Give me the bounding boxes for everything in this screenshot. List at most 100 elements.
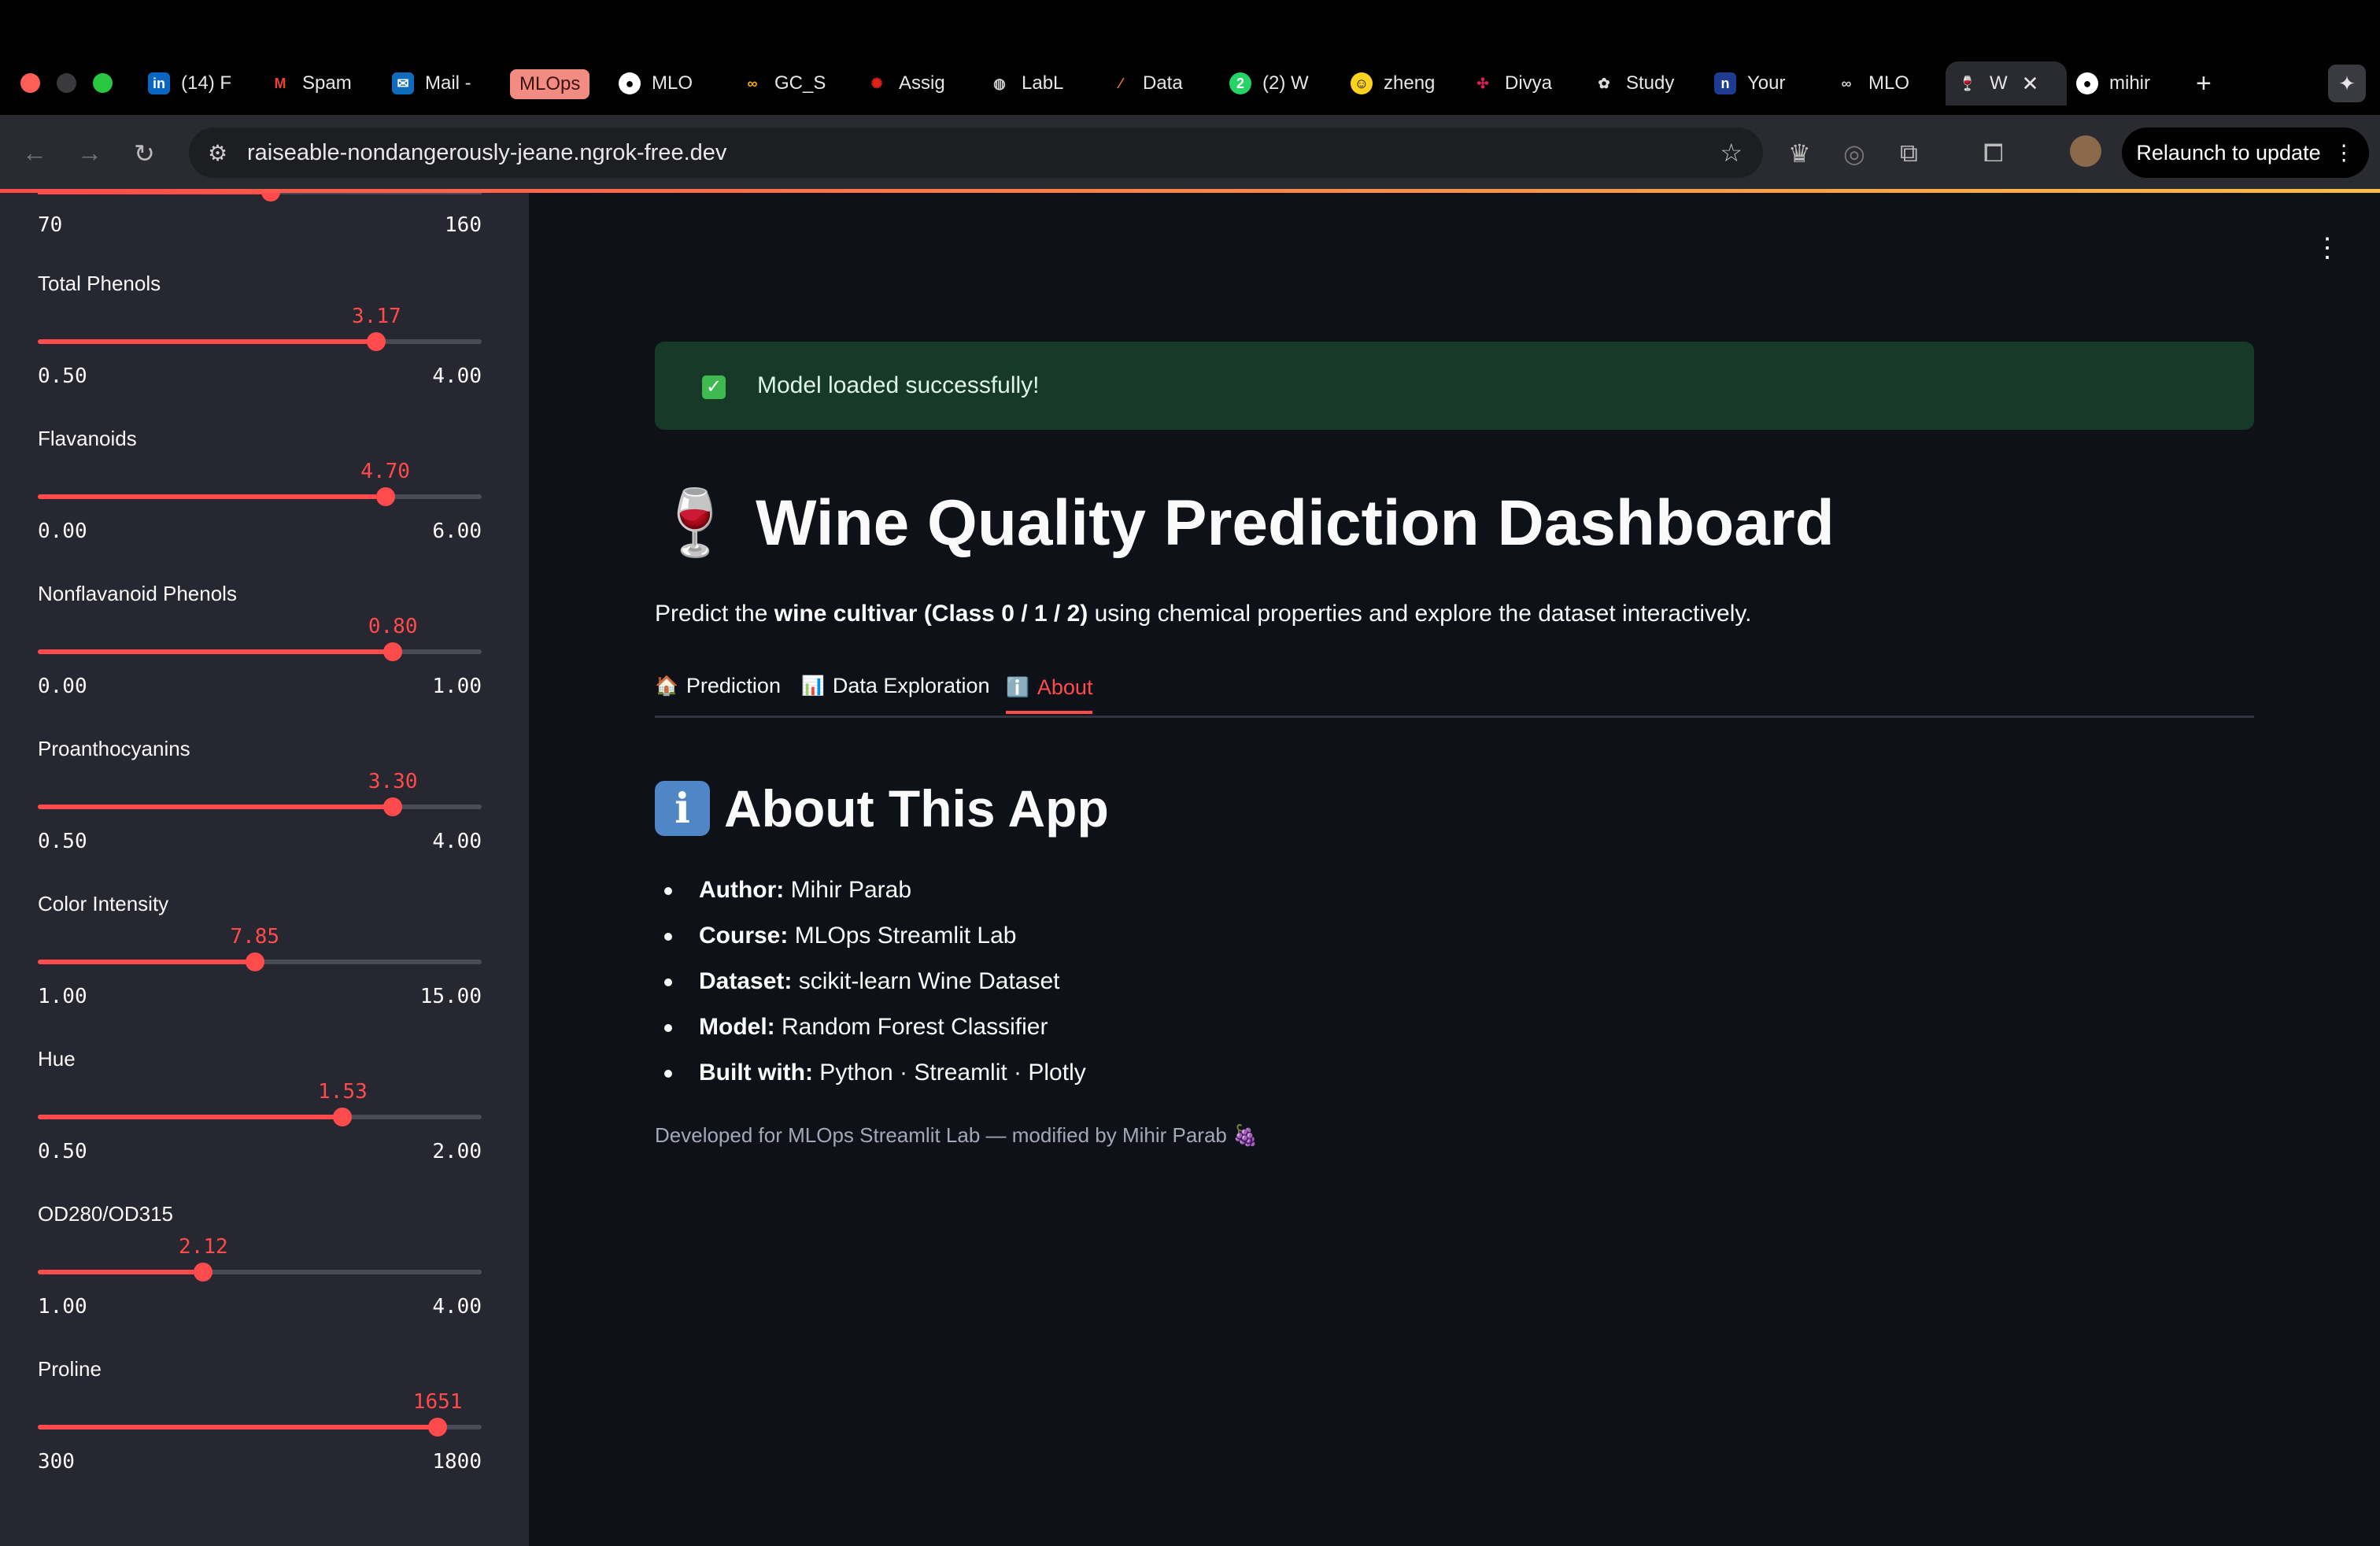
slider-min-label: 0.50	[38, 830, 87, 853]
browser-tab[interactable]: ● mihir	[2076, 61, 2150, 105]
browser-tab[interactable]: ☺ zheng	[1351, 61, 1435, 105]
back-arrow-icon[interactable]: ←	[22, 139, 47, 168]
canvas-icon: ✺	[870, 75, 883, 91]
slider-max-label: 1800	[432, 1450, 482, 1474]
relaunch-to-update-button[interactable]: Relaunch to update ⋮	[2122, 128, 2369, 178]
slider-track[interactable]	[38, 952, 482, 971]
slider-label: Flavanoids	[38, 427, 137, 450]
github-icon: ●	[619, 72, 641, 94]
browser-tab[interactable]: ✺ Assig	[866, 61, 944, 105]
tab-group-label[interactable]: MLOps	[510, 69, 590, 99]
browser-tab[interactable]: n Your	[1714, 61, 1786, 105]
slider-thumb[interactable]	[261, 193, 280, 202]
globe-icon: ◍	[993, 75, 1006, 91]
extension-icon[interactable]: ♛	[1788, 139, 1811, 168]
slider-label: Hue	[38, 1047, 76, 1071]
check-icon: ✓	[702, 375, 726, 399]
slider-nonflavanoid-phenols[interactable]: Nonflavanoid Phenols 0.80 0.00 1.00	[38, 582, 482, 700]
address-bar[interactable]: ⚙ raiseable-nondangerously-jeane.ngrok-f…	[189, 128, 1763, 178]
slider-thumb[interactable]	[383, 642, 403, 661]
tab-about[interactable]: ℹ️ About	[1006, 664, 1093, 714]
sync-icon[interactable]: ◎	[1843, 139, 1865, 168]
colab-icon: ∞	[1841, 75, 1852, 91]
tab-prediction[interactable]: 🏠 Prediction	[655, 664, 781, 708]
screen-search-icon[interactable]: ⧠	[1983, 139, 2004, 168]
more-vert-icon: ⋮	[2333, 140, 2355, 165]
slider-value: 1651	[412, 1390, 463, 1414]
new-tab-button[interactable]: +	[2196, 61, 2212, 105]
browser-tab[interactable]: ● MLO	[619, 61, 693, 105]
slider-value: 3.30	[368, 770, 418, 793]
main-menu-icon[interactable]: ⋮	[2314, 232, 2341, 264]
extensions-puzzle-icon[interactable]: ⧉	[1900, 139, 1918, 168]
browser-tab-strip: in (14) F M Spam ✉ Mail - MLOps ● MLO ∞ GC_S …	[0, 0, 2380, 115]
list-item: Built with: Python · Streamlit · Plotly	[655, 1057, 1086, 1103]
forward-arrow-icon[interactable]: →	[77, 139, 102, 168]
browser-tab[interactable]: in (14) F	[148, 61, 231, 105]
slider-thumb[interactable]	[194, 1263, 213, 1282]
close-window-button[interactable]	[20, 73, 40, 93]
slider-track[interactable]	[38, 1108, 482, 1126]
slider-fill	[38, 339, 377, 344]
list-item: Model: Random Forest Classifier	[655, 1012, 1086, 1057]
tab-list: 🏠 Prediction 📊 Data Exploration ℹ️ About	[655, 664, 2254, 718]
slider-thumb[interactable]	[367, 332, 386, 351]
linkedin-icon: in	[148, 72, 170, 94]
slider-min-label: 0.00	[38, 675, 87, 698]
slider-track[interactable]	[38, 1418, 482, 1437]
browser-tab[interactable]: ✉ Mail -	[392, 61, 471, 105]
slider-max-label: 4.00	[432, 830, 482, 853]
reload-icon[interactable]: ↻	[134, 139, 155, 168]
slider-max-label: 6.00	[432, 520, 482, 543]
minimize-window-button[interactable]	[57, 73, 76, 93]
house-icon: 🏠	[655, 675, 678, 697]
slider-od280-od315[interactable]: OD280/OD315 2.12 1.00 4.00	[38, 1202, 482, 1320]
slider-thumb[interactable]	[375, 487, 395, 506]
profile-avatar[interactable]	[2070, 135, 2101, 167]
browser-tab[interactable]: ✿ Study	[1593, 61, 1674, 105]
slider-track[interactable]	[38, 642, 482, 661]
slider-track[interactable]	[38, 1263, 482, 1282]
browser-tab[interactable]: ✣ Divya	[1472, 61, 1552, 105]
browser-tab[interactable]: M Spam	[269, 61, 352, 105]
slider-thumb[interactable]	[428, 1418, 448, 1437]
gmail-icon: M	[274, 75, 286, 91]
browser-tab[interactable]: ∞ MLO	[1835, 61, 1909, 105]
slider-track[interactable]	[38, 332, 482, 351]
site-settings-icon[interactable]: ⚙	[208, 140, 227, 166]
slider-color-intensity[interactable]: Color Intensity 7.85 1.00 15.00	[38, 892, 482, 1010]
slider-max-label: 15.00	[419, 985, 482, 1008]
browser-tab[interactable]: ⁄ Data	[1110, 61, 1182, 105]
slider-track[interactable]	[38, 797, 482, 816]
slider-proanthocyanins[interactable]: Proanthocyanins 3.30 0.50 4.00	[38, 737, 482, 855]
slider-max-label: 2.00	[432, 1140, 482, 1163]
info-icon: ℹ️	[1006, 676, 1029, 698]
slider-proline[interactable]: Proline 1651 300 1800	[38, 1357, 482, 1475]
github-icon: ●	[2076, 72, 2098, 94]
maximize-window-button[interactable]	[93, 73, 113, 93]
slider-value: 1.53	[318, 1080, 368, 1104]
slider-thumb[interactable]	[245, 952, 264, 971]
slider-label: OD280/OD315	[38, 1202, 173, 1226]
browser-tab[interactable]: 2 (2) W	[1229, 61, 1309, 105]
slider-track[interactable]	[38, 487, 482, 506]
browser-tab-active[interactable]: 🍷 W ✕	[1946, 61, 2067, 105]
bookmark-star-icon[interactable]: ☆	[1720, 138, 1743, 168]
page-title-text: Wine Quality Prediction Dashboard	[756, 487, 1835, 559]
slider-thumb[interactable]	[333, 1108, 353, 1126]
browser-tab[interactable]: ∞ GC_S	[741, 61, 826, 105]
gemini-icon[interactable]: ✦	[2328, 65, 2366, 102]
wine-glass-icon: 🍷	[655, 487, 736, 559]
notion-icon: n	[1714, 72, 1736, 94]
close-tab-icon[interactable]: ✕	[2022, 72, 2039, 96]
slider-flavanoids[interactable]: Flavanoids 4.70 0.00 6.00	[38, 427, 482, 545]
openai-icon: ✿	[1598, 75, 1610, 91]
slider-total-phenols[interactable]: Total Phenols 3.17 0.50 4.00	[38, 272, 482, 390]
slider-max-label: 4.00	[432, 364, 482, 388]
tab-data-exploration[interactable]: 📊 Data Exploration	[801, 664, 990, 708]
browser-tab[interactable]: ◍ LabL	[989, 61, 1063, 105]
slider-thumb[interactable]	[383, 797, 403, 816]
colab-icon: ∞	[747, 75, 758, 91]
footer-caption: Developed for MLOps Streamlit Lab — modi…	[655, 1123, 1258, 1147]
slider-hue[interactable]: Hue 1.53 0.50 2.00	[38, 1047, 482, 1165]
